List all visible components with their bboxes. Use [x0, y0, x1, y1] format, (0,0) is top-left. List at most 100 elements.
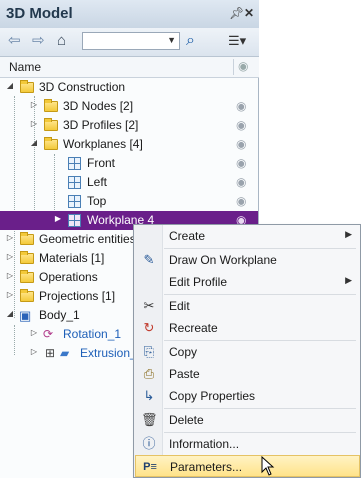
panel-title: 3D Model	[6, 5, 73, 22]
column-divider	[233, 59, 234, 75]
context-menu: Create ▶ ✎ Draw On Workplane Edit Profil…	[133, 224, 361, 478]
constraint-icon: ⊞	[45, 346, 56, 360]
rotation-icon: ⟳	[43, 327, 54, 341]
visibility-eye-icon[interactable]: ◉	[236, 99, 246, 113]
menu-item-label: Copy Properties	[169, 389, 256, 403]
submenu-arrow-icon: ▶	[345, 275, 352, 285]
menu-item-label: Copy	[169, 345, 198, 359]
tree-item-3d-nodes[interactable]: ▷ 3D Nodes [2] ◉	[0, 97, 258, 116]
tree-item-front[interactable]: Front ◉	[0, 154, 258, 173]
workplane-icon	[68, 176, 81, 189]
chevron-down-icon[interactable]: ▼	[167, 35, 176, 45]
column-header: Name ◉	[0, 57, 259, 78]
menu-item-edit-profile[interactable]: Edit Profile ▶	[135, 271, 360, 293]
expand-toggle-icon[interactable]: ◢	[5, 81, 15, 90]
folder-icon	[20, 80, 34, 93]
home-icon[interactable]: ⌂	[57, 33, 66, 49]
tree-item-label: Body_1	[39, 308, 80, 322]
menu-item-parameters[interactable]: P≡ Parameters...	[135, 455, 360, 477]
menu-item-delete[interactable]: 🗑︎ Delete	[135, 409, 360, 431]
close-icon[interactable]: ✕	[244, 6, 254, 20]
expand-toggle-icon[interactable]: ◢	[5, 309, 15, 318]
workplane-icon	[68, 157, 81, 170]
tree-item-workplanes[interactable]: ◢ Workplanes [4] ◉	[0, 135, 258, 154]
copy-properties-icon: ↳	[143, 388, 155, 403]
visibility-eye-icon[interactable]: ◉	[236, 194, 246, 208]
submenu-arrow-icon: ▶	[345, 229, 352, 239]
tree-item-label: Rotation_1	[63, 327, 122, 341]
menu-item-copy[interactable]: ⎘ Copy	[135, 341, 360, 363]
panel-titlebar: 3D Model 📌︎ ✕	[0, 0, 259, 29]
menu-item-label: Draw On Workplane	[169, 253, 277, 267]
menu-item-label: Recreate	[169, 321, 218, 335]
expand-toggle-icon[interactable]: ▷	[29, 328, 39, 337]
tree-item-3d-profiles[interactable]: ▷ 3D Profiles [2] ◉	[0, 116, 258, 135]
scissors-icon: ✂	[143, 298, 155, 313]
tree-item-label: Left	[87, 175, 108, 189]
search-icon[interactable]: ⌕	[186, 33, 195, 49]
expand-toggle-icon[interactable]: ▷	[29, 347, 39, 356]
workplane-icon	[68, 214, 81, 227]
back-arrow-icon[interactable]: ⇦	[8, 33, 21, 49]
folder-icon	[20, 289, 34, 302]
tree-item-label: Workplanes [4]	[63, 137, 143, 151]
copy-icon: ⎘	[143, 344, 155, 359]
menu-item-label: Delete	[169, 413, 204, 427]
folder-icon	[20, 270, 34, 283]
tree-item-left[interactable]: Left ◉	[0, 173, 258, 192]
forward-arrow-icon[interactable]: ⇨	[32, 33, 45, 49]
visibility-eye-icon[interactable]: ◉	[236, 118, 246, 132]
paste-icon: ⎙	[143, 366, 155, 381]
draw-icon: ✎	[143, 252, 155, 267]
menu-item-label: Information...	[169, 437, 240, 451]
menu-item-label: Paste	[169, 367, 200, 381]
pin-icon[interactable]: 📌︎	[229, 6, 244, 20]
tree-item-label: Projections [1]	[39, 289, 116, 303]
menu-item-draw-on-workplane[interactable]: ✎ Draw On Workplane	[135, 249, 360, 271]
menu-item-label: Parameters...	[170, 460, 243, 474]
tree-item-top[interactable]: Top ◉	[0, 192, 258, 211]
tree-item-3d-construction[interactable]: ◢ 3D Construction	[0, 78, 258, 97]
mouse-cursor-icon	[261, 456, 275, 476]
expand-toggle-icon[interactable]: ▷	[29, 119, 39, 128]
body-icon: ▣	[19, 308, 32, 323]
menu-item-information[interactable]: ⓘ Information...	[135, 433, 360, 455]
visibility-eye-icon[interactable]: ◉	[236, 156, 246, 170]
filter-combo[interactable]: ▼	[82, 32, 180, 50]
folder-icon	[20, 232, 34, 245]
menu-item-paste[interactable]: ⎙ Paste	[135, 363, 360, 385]
tree-item-label: Geometric entities	[39, 232, 136, 246]
visibility-eye-icon[interactable]: ◉	[236, 137, 246, 151]
expand-toggle-icon[interactable]: ▶	[53, 214, 63, 223]
expand-toggle-icon[interactable]: ▷	[29, 100, 39, 109]
info-icon: ⓘ	[142, 436, 156, 451]
folder-icon	[44, 99, 58, 112]
menu-item-label: Edit Profile	[169, 275, 228, 289]
parameters-icon: P≡	[143, 461, 157, 473]
visibility-eye-icon[interactable]: ◉	[236, 175, 246, 189]
expand-toggle-icon[interactable]: ▷	[5, 233, 15, 242]
menu-item-edit[interactable]: ✂ Edit	[135, 295, 360, 317]
expand-toggle-icon[interactable]: ▷	[5, 271, 15, 280]
tree-item-label: Top	[87, 194, 107, 208]
menu-item-create[interactable]: Create ▶	[135, 225, 360, 247]
workplane-icon	[68, 195, 81, 208]
list-view-icon[interactable]: ☰▾	[228, 33, 246, 49]
tree-item-label: Operations	[39, 270, 98, 284]
tree-item-label: 3D Nodes [2]	[63, 99, 134, 113]
menu-item-recreate[interactable]: ↻ Recreate	[135, 317, 360, 339]
expand-toggle-icon[interactable]: ▷	[5, 290, 15, 299]
panel-toolbar: ⇦ ⇨ ⌂ ▼ ⌕ ☰▾	[0, 28, 259, 57]
trash-icon: 🗑︎	[141, 412, 158, 427]
tree-item-label: Extrusion_	[80, 346, 137, 360]
expand-toggle-icon[interactable]: ▷	[5, 252, 15, 261]
expand-toggle-icon[interactable]: ◢	[29, 138, 39, 147]
menu-item-copy-properties[interactable]: ↳ Copy Properties	[135, 385, 360, 407]
column-header-name[interactable]: Name	[9, 60, 41, 74]
tree-item-label: 3D Construction	[39, 80, 126, 94]
tree-item-label: Front	[87, 156, 116, 170]
tree-item-label: Materials [1]	[39, 251, 105, 265]
menu-item-label: Create	[169, 229, 206, 243]
folder-icon	[44, 118, 58, 131]
visibility-column-icon[interactable]: ◉	[238, 59, 248, 73]
